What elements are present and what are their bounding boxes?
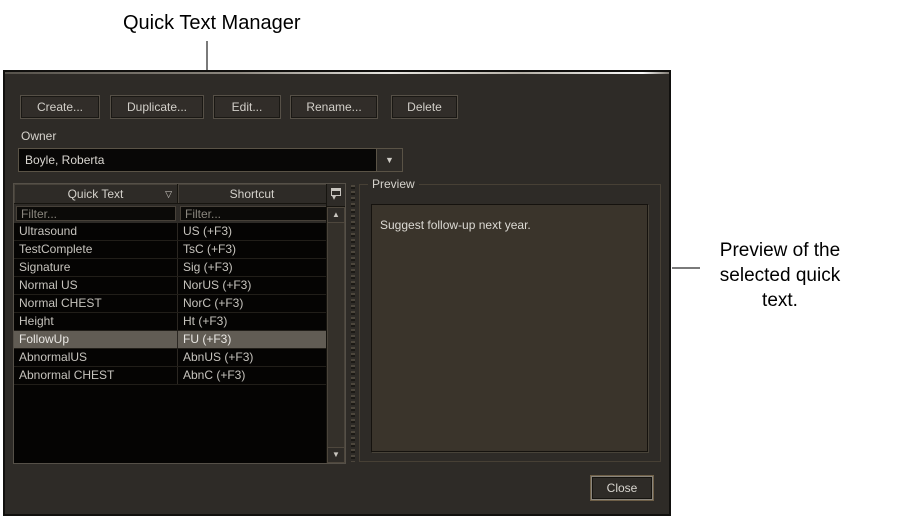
cell-quick-text[interactable]: Normal CHEST <box>14 295 178 312</box>
cell-quick-text[interactable]: Signature <box>14 259 178 276</box>
table-row[interactable]: Normal CHEST NorC (+F3) <box>14 295 326 313</box>
scroll-down-button[interactable]: ▼ <box>327 447 345 463</box>
quick-text-grid: Quick Text ▽ Shortcut UltrasoundUS (+F3)… <box>13 183 346 464</box>
triangle-down-icon: ▼ <box>332 450 340 459</box>
preview-textarea[interactable]: Suggest follow-up next year. <box>371 204 648 452</box>
create-button[interactable]: Create... <box>20 95 100 119</box>
column-chooser-button[interactable]: ▾ <box>327 184 345 206</box>
owner-combobox[interactable]: Boyle, Roberta ▼ <box>18 148 403 172</box>
close-button[interactable]: Close <box>590 475 654 501</box>
cell-shortcut[interactable]: AbnC (+F3) <box>178 367 326 384</box>
sort-descending-icon: ▽ <box>165 189 172 199</box>
grid-side-strip: ▾ ▲ ▼ <box>326 184 345 463</box>
rename-button[interactable]: Rename... <box>290 95 378 119</box>
cell-shortcut[interactable]: US (+F3) <box>178 223 326 240</box>
page: Quick Text Manager Create... Duplicate..… <box>0 0 900 527</box>
preview-text: Suggest follow-up next year. <box>380 218 531 232</box>
grid-body-rows: Ultrasound US (+F3) TestComplete TsC (+F3) S… <box>14 223 326 463</box>
preview-group-label: Preview <box>368 177 419 191</box>
cell-shortcut[interactable]: AbnUS (+F3) <box>178 349 326 366</box>
callout-line-horizontal <box>672 267 700 269</box>
cell-shortcut[interactable]: Ht (+F3) <box>178 313 326 330</box>
cell-quick-text[interactable]: Ultrasound <box>14 223 178 240</box>
chevron-down-icon: ▾ <box>332 193 337 202</box>
table-row[interactable]: Normal US NorUS (+F3) <box>14 277 326 295</box>
cell-quick-text[interactable]: AbnormalUS <box>14 349 178 366</box>
table-row[interactable]: TestComplete TsC (+F3) <box>14 241 326 259</box>
table-row[interactable]: AbnormalUS AbnUS (+F3) <box>14 349 326 367</box>
column-header-quick-text[interactable]: Quick Text ▽ <box>14 184 178 203</box>
table-row[interactable]: Signature Sig (+F3) <box>14 259 326 277</box>
cell-quick-text[interactable]: TestComplete <box>14 241 178 258</box>
grid-main: Quick Text ▽ Shortcut UltrasoundUS (+F3)… <box>14 184 345 463</box>
column-header-label: Quick Text <box>67 187 124 201</box>
shortcut-filter-input[interactable] <box>180 206 345 221</box>
cell-shortcut[interactable]: FU (+F3) <box>178 331 326 348</box>
callout-line-vertical <box>206 41 208 70</box>
cell-quick-text[interactable]: Height <box>14 313 178 330</box>
annotation-title: Quick Text Manager <box>123 12 301 34</box>
triangle-up-icon: ▲ <box>332 210 340 219</box>
table-row[interactable]: Abnormal CHEST AbnC (+F3) <box>14 367 326 385</box>
owner-label: Owner <box>21 129 57 143</box>
annotation-preview: Preview of the selected quick text. <box>719 240 841 311</box>
table-row[interactable]: Ultrasound US (+F3) <box>14 223 326 241</box>
cell-shortcut[interactable]: Sig (+F3) <box>178 259 326 276</box>
grid-filter-row <box>14 204 345 223</box>
cell-shortcut[interactable]: NorC (+F3) <box>178 295 326 312</box>
cell-quick-text[interactable]: Normal US <box>14 277 178 294</box>
column-header-shortcut[interactable]: Shortcut <box>178 184 326 203</box>
cell-quick-text[interactable]: FollowUp <box>14 331 178 348</box>
cell-shortcut[interactable]: TsC (+F3) <box>178 241 326 258</box>
delete-button[interactable]: Delete <box>391 95 458 119</box>
quick-text-filter-input[interactable] <box>16 206 176 221</box>
scroll-up-button[interactable]: ▲ <box>327 207 345 223</box>
grid-header: Quick Text ▽ Shortcut <box>14 184 326 204</box>
scrollbar-thumb[interactable] <box>327 223 345 447</box>
table-row[interactable]: Height Ht (+F3) <box>14 313 326 331</box>
dialog-top-highlight <box>5 72 669 74</box>
cell-quick-text[interactable]: Abnormal CHEST <box>14 367 178 384</box>
cell-shortcut[interactable]: NorUS (+F3) <box>178 277 326 294</box>
owner-selected-value[interactable]: Boyle, Roberta <box>19 149 376 171</box>
vertical-scrollbar[interactable]: ▲ ▼ <box>327 206 345 463</box>
duplicate-button[interactable]: Duplicate... <box>110 95 204 119</box>
splitter-handle[interactable] <box>349 183 357 464</box>
quick-text-manager-dialog: Create... Duplicate... Edit... Rename...… <box>3 70 671 516</box>
column-header-label: Shortcut <box>229 187 275 201</box>
edit-button[interactable]: Edit... <box>213 95 281 119</box>
table-row[interactable]: FollowUp FU (+F3) <box>14 331 326 349</box>
chevron-down-icon: ▼ <box>385 154 394 165</box>
owner-dropdown-button[interactable]: ▼ <box>376 149 402 171</box>
preview-groupbox: Preview Suggest follow-up next year. <box>359 177 661 462</box>
